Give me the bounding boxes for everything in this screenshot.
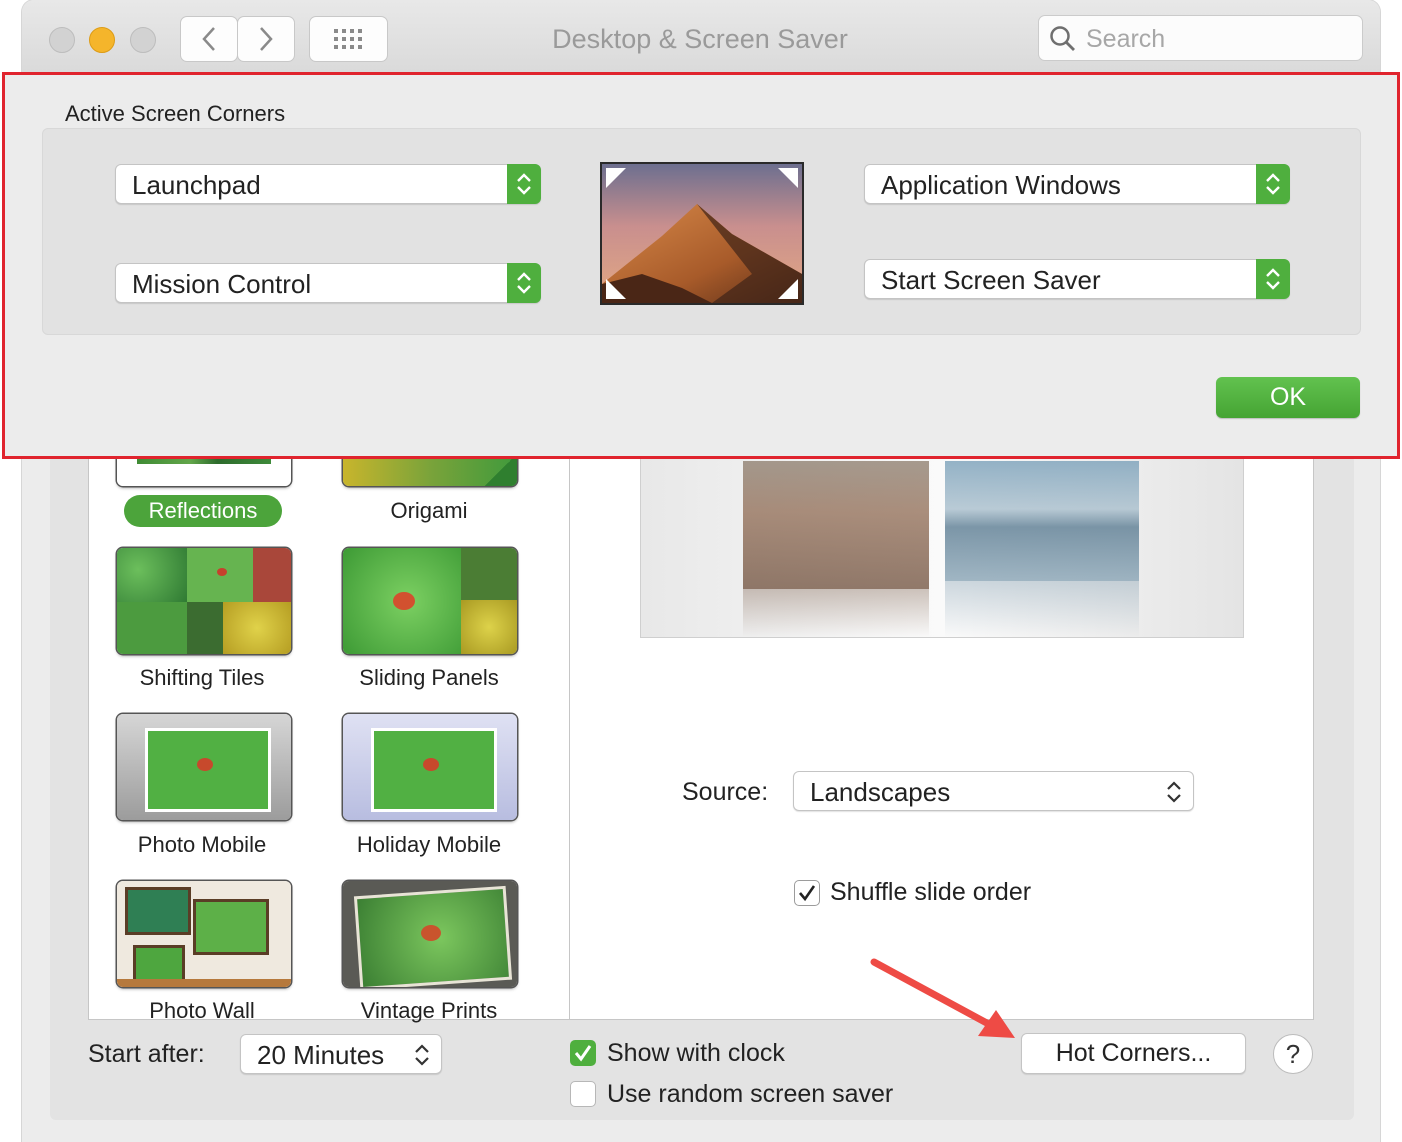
corner-triangles-icon [606,168,798,299]
sheet-title: Active Screen Corners [65,101,286,126]
saver-label-origami: Origami [390,498,468,523]
saver-thumb-photo-wall[interactable] [117,881,291,987]
popup-stepper [507,263,541,303]
chevron-left-icon [202,27,215,51]
screen-saver-preview [640,455,1244,638]
show-clock-label: Show with clock [607,1039,785,1067]
bottom-left-corner-value: Mission Control [132,269,312,299]
saver-thumb-sliding-panels[interactable] [343,548,517,654]
saver-thumb-holiday-mobile[interactable] [343,714,517,820]
start-after-popup[interactable]: 20 Minutes [240,1034,442,1074]
search-field[interactable]: Search [1038,15,1363,61]
checkmark-icon [574,1045,592,1062]
help-button[interactable]: ? [1273,1034,1313,1074]
chevron-updown-icon [1266,268,1280,290]
saver-label-holiday-mobile: Holiday Mobile [356,832,502,857]
bottom-right-corner-popup[interactable]: Start Screen Saver [864,259,1290,299]
bottom-right-corner-value: Start Screen Saver [881,265,1101,295]
popup-stepper [1256,164,1290,204]
chevron-right-icon [260,27,273,51]
chevron-updown-icon [517,173,531,195]
popup-stepper [1256,259,1290,299]
checkmark-icon [799,885,816,902]
preview-photo-lake [945,461,1139,581]
preview-photo-rocks [743,461,929,589]
top-left-corner-value: Launchpad [132,170,261,200]
desktop-preview [600,162,804,305]
saver-label-vintage-prints: Vintage Prints [360,998,498,1023]
saver-thumb-vintage-prints[interactable] [343,881,517,987]
back-button[interactable] [180,16,238,62]
saver-label-photo-wall: Photo Wall [149,998,255,1023]
saver-label-sliding-panels: Sliding Panels [359,665,499,690]
chevron-updown-icon [1266,173,1280,195]
saver-label-shifting-tiles: Shifting Tiles [139,665,265,690]
annotation-arrow-icon [870,958,1015,1038]
start-after-value: 20 Minutes [257,1040,385,1070]
search-icon [1050,26,1075,51]
bottom-left-corner-popup[interactable]: Mission Control [115,263,541,303]
saver-thumb-shifting-tiles[interactable] [117,548,291,654]
chevron-updown-icon [415,1044,429,1066]
popup-stepper [507,164,541,204]
saver-label-reflections-selected[interactable]: Reflections [124,495,282,527]
shuffle-checkbox[interactable] [794,880,820,906]
saver-label-photo-mobile: Photo Mobile [137,832,267,857]
window-title: Desktop & Screen Saver [552,24,848,54]
top-left-corner-popup[interactable]: Launchpad [115,164,541,204]
show-clock-checkbox[interactable] [570,1040,596,1066]
top-right-corner-value: Application Windows [881,170,1121,200]
random-saver-checkbox[interactable] [570,1081,596,1107]
top-right-corner-popup[interactable]: Application Windows [864,164,1290,204]
source-value: Landscapes [810,777,951,807]
grid-icon [333,29,362,49]
search-placeholder: Search [1086,25,1166,53]
zoom-window-button[interactable] [130,27,156,53]
start-after-label: Start after: [88,1040,205,1068]
forward-button[interactable] [237,16,295,62]
saver-thumb-photo-mobile[interactable] [117,714,291,820]
show-all-button[interactable] [309,16,388,62]
chevron-updown-icon [1167,781,1181,803]
hot-corners-button[interactable]: Hot Corners... [1021,1033,1246,1074]
random-saver-label: Use random screen saver [607,1080,894,1108]
chevron-updown-icon [517,272,531,294]
source-label: Source: [682,778,769,806]
shuffle-label: Shuffle slide order [830,878,1032,906]
minimize-window-button[interactable] [89,27,115,53]
source-popup[interactable]: Landscapes [793,771,1194,811]
ok-button[interactable]: OK [1216,377,1360,418]
close-window-button[interactable] [49,27,75,53]
